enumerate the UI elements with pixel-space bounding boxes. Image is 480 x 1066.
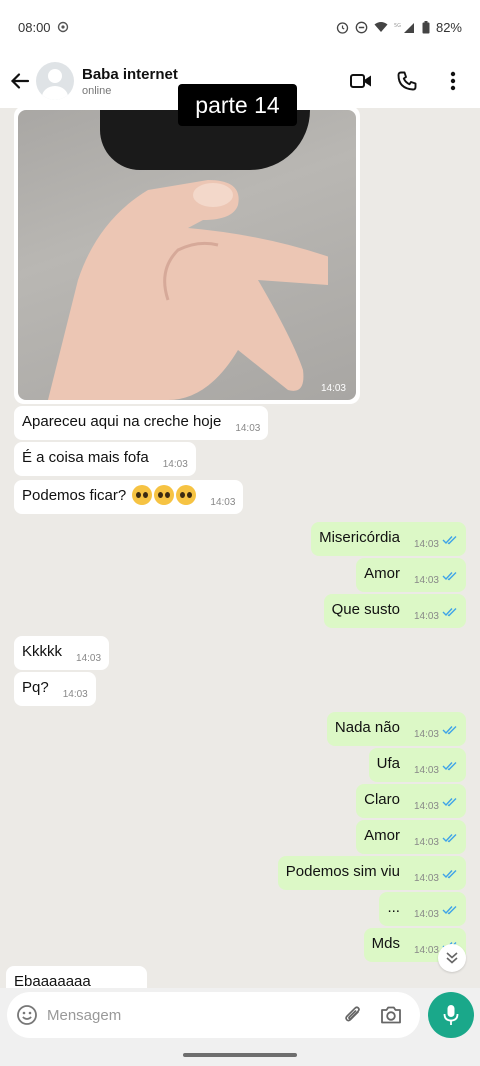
outgoing-message[interactable]: Claro 14:03 [356,784,466,818]
read-ticks-icon [442,603,458,623]
back-arrow-icon[interactable] [4,65,36,97]
read-ticks-icon [442,829,458,849]
status-time: 08:00 [18,19,51,35]
incoming-message[interactable]: É a coisa mais fofa 14:03 [14,442,196,476]
double-chevron-down-icon [446,952,458,964]
photo-time: 14:03 [320,383,346,394]
message-time: 14:03 [76,653,102,664]
read-ticks-icon [442,721,458,741]
message-text: Ufa [376,755,400,772]
pleading-face-emoji-icon [176,485,197,506]
message-time: 14:03 [413,945,439,956]
video-caption-overlay: parte 14 [178,84,297,126]
contact-info[interactable]: Baba internet online [82,66,178,97]
video-call-icon[interactable] [348,68,374,94]
signal-icon: 5G [394,21,416,33]
message-time: 14:03 [162,459,188,470]
phone-call-icon[interactable] [394,68,420,94]
message-text: Amor [364,827,400,844]
message-time: 14:03 [413,575,439,586]
message-time: 14:03 [413,539,439,550]
microphone-button[interactable] [428,992,474,1038]
message-time: 14:03 [413,611,439,622]
message-time: 14:03 [413,837,439,848]
read-ticks-icon [442,865,458,885]
wifi-icon [374,21,388,33]
outgoing-message[interactable]: Podemos sim viu 14:03 [277,856,466,890]
message-time: 14:03 [235,423,261,434]
message-text: Nada não [334,719,400,736]
outgoing-message[interactable]: Misericórdia 14:03 [311,522,466,556]
outgoing-message[interactable]: Amor 14:03 [356,820,466,854]
dnd-icon [355,21,368,34]
message-time: 14:03 [413,765,439,776]
avatar[interactable] [36,62,74,100]
microphone-icon [443,1005,459,1025]
contact-name: Baba internet [82,65,178,83]
message-text: Claro [364,791,400,808]
message-text: Podemos ficar? [22,487,127,504]
alarm-icon [336,21,349,34]
message-text: Mds [371,935,400,952]
message-input[interactable] [47,1006,337,1024]
message-text: Apareceu aqui na creche hoje [22,413,222,430]
outgoing-message[interactable]: Que susto 14:03 [323,594,466,628]
chat-area[interactable]: 14:03 Apareceu aqui na creche hoje 14:03 … [0,108,480,988]
message-time: 14:03 [62,689,88,700]
message-text: Podemos sim viu [285,863,400,880]
attachment-icon[interactable] [341,1003,365,1027]
contact-status: online [82,84,112,97]
image-message[interactable]: 14:03 [14,108,360,404]
incoming-message[interactable]: Pq? 14:03 [14,672,96,706]
message-time: 14:03 [413,729,439,740]
system-navigation-bar [0,1044,480,1066]
pleading-face-emoji-icon [132,485,153,506]
outgoing-message[interactable]: Ufa 14:03 [368,748,466,782]
read-ticks-icon [442,901,458,921]
message-text: ... [387,899,400,916]
incoming-message[interactable]: Podemos ficar? 14:03 [14,480,244,514]
status-bar: 08:00 5G 82% [0,0,480,54]
battery-level: 82% [435,19,462,35]
message-text: Ebaaaaaaa [14,973,91,988]
emoji-icon[interactable] [15,1003,39,1027]
outgoing-message[interactable]: ... 14:03 [379,892,466,926]
outgoing-message[interactable]: Amor 14:03 [356,558,466,592]
photo-image: 14:03 [18,110,356,400]
battery-icon [422,20,430,34]
message-text: Pq? [22,679,49,696]
message-text: Que susto [331,601,400,618]
camera-icon[interactable] [379,1003,403,1027]
message-time: 14:03 [413,909,439,920]
read-ticks-icon [442,757,458,777]
message-text: Amor [364,565,400,582]
incoming-message[interactable]: Apareceu aqui na creche hoje 14:03 [14,406,269,440]
more-options-icon[interactable] [440,68,466,94]
read-ticks-icon [442,793,458,813]
read-ticks-icon [442,531,458,551]
message-text: Misericórdia [319,529,400,546]
incoming-message[interactable]: Kkkkk 14:03 [14,636,110,670]
location-icon [57,21,69,33]
incoming-message[interactable]: Ebaaaaaaa [6,966,147,988]
message-text: Kkkkk [22,643,63,660]
scroll-down-button[interactable] [438,944,466,972]
svg-text:5G: 5G [394,23,401,29]
outgoing-message[interactable]: Nada não 14:03 [326,712,466,746]
pleading-face-emoji-icon [154,485,175,506]
message-time: 14:03 [413,801,439,812]
message-input-bar [0,988,480,1044]
message-field-container [7,992,420,1038]
message-text: É a coisa mais fofa [22,449,149,466]
message-time: 14:03 [413,873,439,884]
home-gesture-pill[interactable] [183,1053,297,1057]
read-ticks-icon [442,567,458,587]
message-time: 14:03 [210,497,236,508]
